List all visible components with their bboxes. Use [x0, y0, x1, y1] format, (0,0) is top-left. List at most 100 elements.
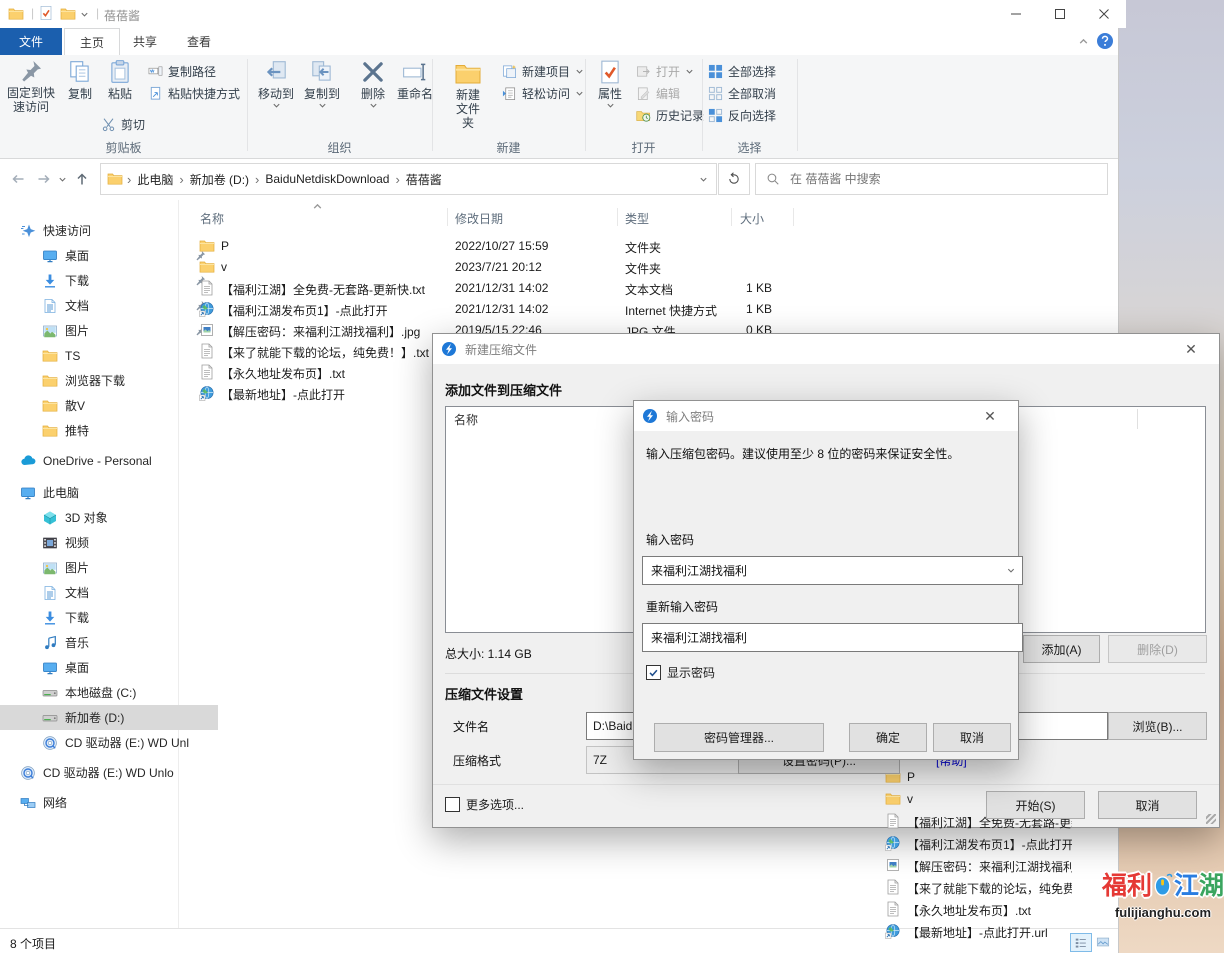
breadcrumb-item-this-pc[interactable]: 此电脑 — [131, 171, 179, 188]
sidebar-item-drive-c[interactable]: 本地磁盘 (C:) — [0, 680, 218, 705]
paste-shortcut-button[interactable]: 粘贴快捷方式 — [148, 85, 240, 102]
chevron-down-icon[interactable] — [1006, 566, 1016, 575]
dialog-title-bar[interactable]: 新建压缩文件 ✕ — [433, 334, 1219, 364]
sidebar-item-pictures-pc[interactable]: 图片 — [0, 555, 218, 580]
close-icon[interactable]: ✕ — [970, 402, 1010, 430]
start-button[interactable]: 开始(S) — [986, 791, 1085, 819]
file-row[interactable]: P 2022/10/27 15:59 文件夹 — [185, 236, 1118, 257]
cut-button[interactable]: 剪切 — [101, 116, 145, 133]
breadcrumb-item-current[interactable]: 蓓蓓酱 — [400, 171, 448, 188]
file-name[interactable]: P — [221, 239, 229, 253]
search-input[interactable] — [788, 171, 1092, 187]
sidebar-item-videos[interactable]: 视频 — [0, 530, 218, 555]
move-to-button[interactable]: 移动到 — [253, 59, 299, 110]
recent-locations-icon[interactable] — [58, 175, 67, 184]
divider[interactable] — [617, 208, 618, 226]
resize-grip[interactable] — [1206, 814, 1216, 824]
invert-selection-button[interactable]: 反向选择 — [708, 107, 776, 124]
sidebar-item-cd-drive[interactable]: CD 驱动器 (E:) WD Unl — [0, 730, 218, 755]
file-name[interactable]: 【永久地址发布页】.txt — [221, 365, 345, 382]
sidebar-item-documents-pc[interactable]: 文档 — [0, 580, 218, 605]
pin-to-quick-access-button[interactable]: 固定到快速访问 — [2, 59, 60, 114]
sidebar-item-onedrive[interactable]: OneDrive - Personal — [0, 448, 196, 473]
add-button[interactable]: 添加(A) — [1023, 635, 1100, 663]
paste-button[interactable]: 粘贴 — [100, 59, 140, 101]
password-manager-button[interactable]: 密码管理器... — [654, 723, 824, 752]
delete-button[interactable]: 删除 — [352, 59, 394, 110]
divider[interactable] — [447, 208, 448, 226]
tab-file[interactable]: 文件 — [0, 28, 62, 55]
ok-button[interactable]: 确定 — [849, 723, 927, 752]
column-header-date[interactable]: 修改日期 — [455, 210, 503, 227]
confirm-password-input[interactable] — [649, 630, 1016, 646]
qat-dropdown-icon[interactable] — [80, 10, 89, 19]
sidebar-item-cd-drive-2[interactable]: CD 驱动器 (E:) WD Unlo — [0, 760, 196, 785]
tab-view[interactable]: 查看 — [172, 28, 226, 55]
dialog-title-bar[interactable]: 输入密码 ✕ — [634, 401, 1018, 431]
properties-quick-icon[interactable] — [38, 5, 54, 21]
tab-share[interactable]: 共享 — [118, 28, 172, 55]
password-input[interactable] — [649, 563, 1006, 579]
show-password-checkbox[interactable]: 显示密码 — [646, 664, 715, 681]
refresh-button[interactable] — [718, 163, 750, 195]
archive-item[interactable]: 【福利江湖发布页1】-点此打开 蓓蓓酱\【福利江湖... — [877, 833, 1224, 855]
close-icon[interactable]: ✕ — [1171, 335, 1211, 363]
new-item-button[interactable]: 新建项目 — [502, 63, 584, 80]
up-icon[interactable] — [74, 171, 90, 187]
cancel-button[interactable]: 取消 — [933, 723, 1011, 752]
browse-button[interactable]: 浏览(B)... — [1108, 712, 1207, 740]
more-options-checkbox[interactable]: 更多选项... — [445, 796, 524, 813]
confirm-password-field[interactable] — [642, 623, 1023, 652]
forward-icon[interactable] — [36, 171, 52, 187]
close-button[interactable] — [1082, 0, 1126, 28]
breadcrumb-item-baidu[interactable]: BaiduNetdiskDownload — [259, 172, 395, 186]
column-header-name[interactable]: 名称 — [200, 210, 224, 227]
sidebar-item-desktop-pc[interactable]: 桌面 — [0, 655, 218, 680]
history-button[interactable]: 历史记录 — [636, 107, 704, 124]
new-folder-button[interactable]: 新建文件夹 — [440, 59, 496, 130]
sidebar-item-twitter[interactable]: 推特 — [0, 418, 218, 443]
checkbox-checked[interactable] — [646, 665, 661, 680]
back-icon[interactable] — [10, 171, 26, 187]
maximize-button[interactable] — [1038, 0, 1082, 28]
tab-home[interactable]: 主页 — [64, 28, 120, 57]
easy-access-button[interactable]: 轻松访问 — [502, 85, 584, 102]
breadcrumb[interactable]: › 此电脑 › 新加卷 (D:) › BaiduNetdiskDownload … — [100, 163, 717, 195]
sidebar-item-downloads-pc[interactable]: 下载 — [0, 605, 218, 630]
sidebar-item-3d-objects[interactable]: 3D 对象 — [0, 505, 218, 530]
file-name[interactable]: v — [221, 260, 227, 274]
collapse-ribbon-icon[interactable] — [1078, 36, 1089, 47]
breadcrumb-item-drive-d[interactable]: 新加卷 (D:) — [184, 171, 255, 188]
file-name[interactable]: 【最新地址】-点此打开 — [221, 386, 345, 403]
select-all-button[interactable]: 全部选择 — [708, 63, 776, 80]
search-box[interactable] — [755, 163, 1108, 195]
column-header-size[interactable]: 大小 — [740, 210, 764, 227]
sidebar-item-drive-d[interactable]: 新加卷 (D:) — [0, 705, 218, 730]
sidebar-item-network[interactable]: 网络 — [0, 790, 196, 815]
new-folder-quick-icon[interactable] — [60, 6, 76, 22]
archive-item[interactable]: P 蓓蓓酱\P — [877, 767, 1224, 789]
file-name[interactable]: 【福利江湖发布页1】-点此打开 — [221, 302, 388, 319]
divider[interactable] — [731, 208, 732, 226]
file-row[interactable]: 【福利江湖发布页1】-点此打开 2021/12/31 14:02 Interne… — [185, 299, 1118, 320]
properties-button[interactable]: 属性 — [590, 59, 630, 110]
password-combobox[interactable] — [642, 556, 1023, 585]
file-row[interactable]: 【福利江湖】全免费-无套路-更新快.txt 2021/12/31 14:02 文… — [185, 278, 1118, 299]
select-none-button[interactable]: 全部取消 — [708, 85, 776, 102]
sidebar-item-quick-access[interactable]: 快速访问 — [0, 218, 196, 243]
file-row[interactable]: v 2023/7/21 20:12 文件夹 — [185, 257, 1118, 278]
minimize-button[interactable] — [994, 0, 1038, 28]
copy-path-button[interactable]: 复制路径 — [148, 63, 216, 80]
sidebar-item-music[interactable]: 音乐 — [0, 630, 218, 655]
copy-to-button[interactable]: 复制到 — [299, 59, 345, 110]
divider[interactable] — [793, 208, 794, 226]
list-column-name[interactable]: 名称 — [454, 411, 478, 428]
help-icon[interactable] — [1096, 32, 1114, 50]
copy-button[interactable]: 复制 — [60, 59, 100, 101]
file-name[interactable]: 【解压密码：来福利江湖找福利】.jpg — [221, 323, 420, 340]
checkbox-unchecked[interactable] — [445, 797, 460, 812]
cancel-button[interactable]: 取消 — [1098, 791, 1197, 819]
file-name[interactable]: 【来了就能下载的论坛，纯免费！】.txt — [221, 344, 429, 361]
column-header-type[interactable]: 类型 — [625, 210, 649, 227]
file-name[interactable]: 【福利江湖】全免费-无套路-更新快.txt — [221, 281, 425, 298]
